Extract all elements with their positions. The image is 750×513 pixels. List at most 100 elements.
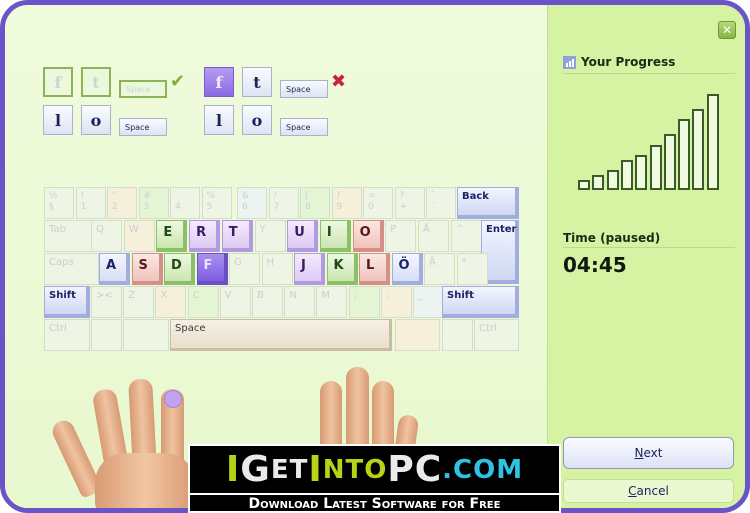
caps-key: Caps xyxy=(44,253,99,285)
watermark-brand: I G ET I NTO PC .COM xyxy=(190,446,559,490)
key-bottom-row: X xyxy=(155,286,187,318)
progress-bar xyxy=(635,155,648,190)
progress-chart xyxy=(563,80,738,190)
key-ä: Ä xyxy=(424,253,455,285)
key-bottom-row: _ xyxy=(413,286,444,318)
key-bottom-row: M xyxy=(316,286,348,318)
finger-highlight-dot xyxy=(164,390,182,408)
key-number: ) 9 xyxy=(331,187,362,219)
word-key: o xyxy=(81,105,111,135)
typing-tutor-window: f t Space ✔ l o Space f t Space ✖ l o Sp… xyxy=(0,0,750,513)
progress-heading: Your Progress xyxy=(563,55,675,69)
key-bottom-row: B xyxy=(252,286,283,318)
next-mnemonic: N xyxy=(634,446,644,460)
next-label: ext xyxy=(643,446,663,460)
key-bottom-row: >< xyxy=(91,286,122,318)
key-e: E xyxy=(156,220,188,252)
key-r: R xyxy=(189,220,221,252)
brand-part: I xyxy=(225,449,241,490)
brand-part: .COM xyxy=(442,455,524,485)
key-i: I xyxy=(319,220,351,252)
brand-part: NTO xyxy=(322,455,388,485)
brand-part: ET xyxy=(270,455,309,485)
progress-bar xyxy=(620,160,633,190)
key-h: H xyxy=(261,253,293,285)
word-key: t xyxy=(242,67,272,97)
key-bottom-row: C xyxy=(187,286,219,318)
shift-left-key: Shift xyxy=(44,286,90,318)
next-button[interactable]: Next xyxy=(563,437,734,469)
progress-bar xyxy=(706,94,719,190)
key-d: D xyxy=(164,253,195,285)
divider xyxy=(563,247,735,248)
progress-bar xyxy=(663,134,676,190)
close-button[interactable]: ✕ xyxy=(718,21,736,39)
ctrl-left-key: Ctrl xyxy=(44,319,90,351)
key-g: G xyxy=(229,253,260,285)
key-l: L xyxy=(359,253,390,285)
word-key: l xyxy=(204,105,234,135)
key-number: = 0 xyxy=(363,187,393,219)
key-number: ½ § xyxy=(44,187,74,219)
key-number: / 7 xyxy=(268,187,299,219)
key-bottom-row: N xyxy=(284,286,316,318)
cancel-mnemonic: C xyxy=(628,484,637,498)
key-j: J xyxy=(294,253,325,285)
brand-part: PC xyxy=(387,449,443,490)
key-*: * xyxy=(456,253,488,285)
key-s: S xyxy=(131,253,163,285)
watermark-tagline: Download Latest Software for Free xyxy=(190,493,559,512)
key-bottom-row: Z xyxy=(123,286,155,318)
word-key: f xyxy=(43,67,73,97)
exercise-pane: f t Space ✔ l o Space f t Space ✖ l o Sp… xyxy=(5,5,547,508)
word-space-key: Space xyxy=(280,80,328,98)
key-number: & 6 xyxy=(237,187,267,219)
word-key: o xyxy=(242,105,272,135)
shift-right-key: Shift xyxy=(442,286,519,318)
word-space-key: Space xyxy=(119,80,167,98)
key-ö: Ö xyxy=(391,253,423,285)
cancel-label: ancel xyxy=(636,484,669,498)
key-w: W xyxy=(123,220,155,252)
brand-part: G xyxy=(240,449,271,490)
key-number: " 2 xyxy=(107,187,137,219)
brand-part: I xyxy=(308,449,323,490)
progress-bar xyxy=(649,145,662,190)
key-number: 4 xyxy=(170,187,200,219)
divider xyxy=(563,73,735,74)
key-number: # 3 xyxy=(138,187,169,219)
key-blank xyxy=(123,319,169,351)
key-o: O xyxy=(352,220,384,252)
ctrl-right-key: Ctrl xyxy=(474,319,519,351)
key-u: U xyxy=(287,220,319,252)
key-number: ` ´ xyxy=(426,187,456,219)
key-number: ! 1 xyxy=(75,187,106,219)
progress-bar xyxy=(606,170,619,190)
key-bottom-row: ; xyxy=(348,286,380,318)
key-q: Q xyxy=(91,220,122,252)
bar-chart-icon xyxy=(563,55,576,69)
tab-key: Tab xyxy=(44,220,98,252)
key-number: ( 8 xyxy=(300,187,330,219)
progress-bar xyxy=(678,119,691,190)
cross-icon: ✖ xyxy=(331,71,347,92)
key-^: ^ xyxy=(450,220,482,252)
time-label: Time (paused) xyxy=(563,231,661,245)
word-space-key: Space xyxy=(119,118,167,136)
key-number: % 5 xyxy=(201,187,232,219)
key-number: ? + xyxy=(394,187,425,219)
check-icon: ✔ xyxy=(170,71,186,92)
word-key: l xyxy=(43,105,73,135)
key-p: P xyxy=(385,220,417,252)
key-bottom-row: : xyxy=(380,286,412,318)
side-panel: ✕ Your Progress Time (paused) 04:45 Next… xyxy=(547,5,745,508)
watermark-banner: I G ET I NTO PC .COM Download Latest Software … xyxy=(188,444,561,513)
progress-bar xyxy=(692,109,705,190)
word-key: t xyxy=(81,67,111,97)
word-space-key: Space xyxy=(280,118,328,136)
key-blank xyxy=(442,319,473,351)
cancel-button[interactable]: Cancel xyxy=(563,479,734,503)
progress-bar xyxy=(592,175,605,190)
word-key-error: f xyxy=(204,67,234,97)
backspace-key: Back xyxy=(457,187,519,219)
